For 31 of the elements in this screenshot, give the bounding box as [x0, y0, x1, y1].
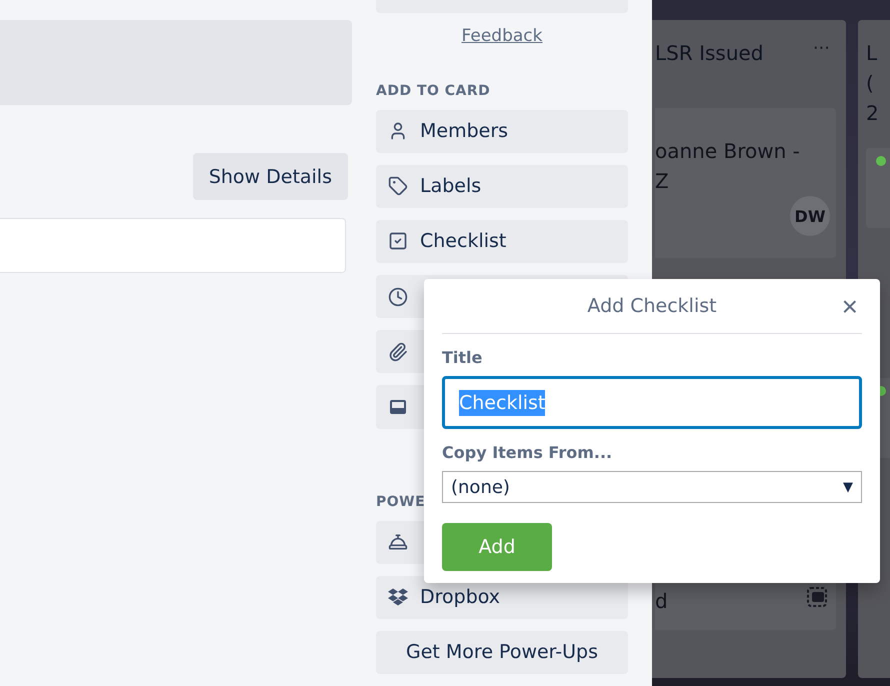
list-title: ( — [866, 70, 875, 97]
feedback-link[interactable]: Feedback — [462, 24, 542, 47]
sidebar-button[interactable]: Members — [376, 110, 628, 153]
bell-icon — [388, 532, 408, 552]
field-label: Title — [442, 348, 484, 368]
member-avatar: DW — [790, 196, 830, 236]
section-heading: ADD TO CARD — [376, 82, 490, 100]
show-details-button[interactable]: Show Details — [192, 153, 348, 200]
close-button[interactable]: × — [838, 293, 862, 321]
section-heading: POWE — [376, 492, 426, 511]
checkbox-icon — [388, 231, 408, 252]
list-title: 2 — [866, 100, 879, 127]
tag-icon — [388, 176, 408, 196]
field-label: Copy Items From... — [442, 443, 614, 463]
clock-icon — [388, 286, 408, 307]
comment-field[interactable] — [0, 218, 346, 273]
sidebar-button[interactable]: Labels — [376, 164, 628, 208]
card-title: oanne Brown - — [655, 138, 801, 165]
paperclip-icon — [388, 342, 408, 362]
caret-icon: ▼ — [843, 480, 853, 494]
copy-items-select[interactable]: (none) ▼ — [442, 471, 862, 503]
card-title: d — [655, 588, 669, 615]
sidebar-button[interactable]: Get More Power-Ups — [376, 630, 628, 674]
card-title: Z — [655, 168, 670, 195]
popover-title: Add Checklist — [587, 295, 717, 317]
dropbox-icon — [388, 587, 408, 608]
sidebar-button[interactable]: Checklist — [376, 220, 628, 264]
list-title: L — [866, 40, 878, 67]
list-title: LSR Issued — [655, 40, 764, 67]
board-card[interactable]: oanne Brown - Z DW — [655, 108, 836, 258]
board-card[interactable] — [866, 148, 890, 228]
